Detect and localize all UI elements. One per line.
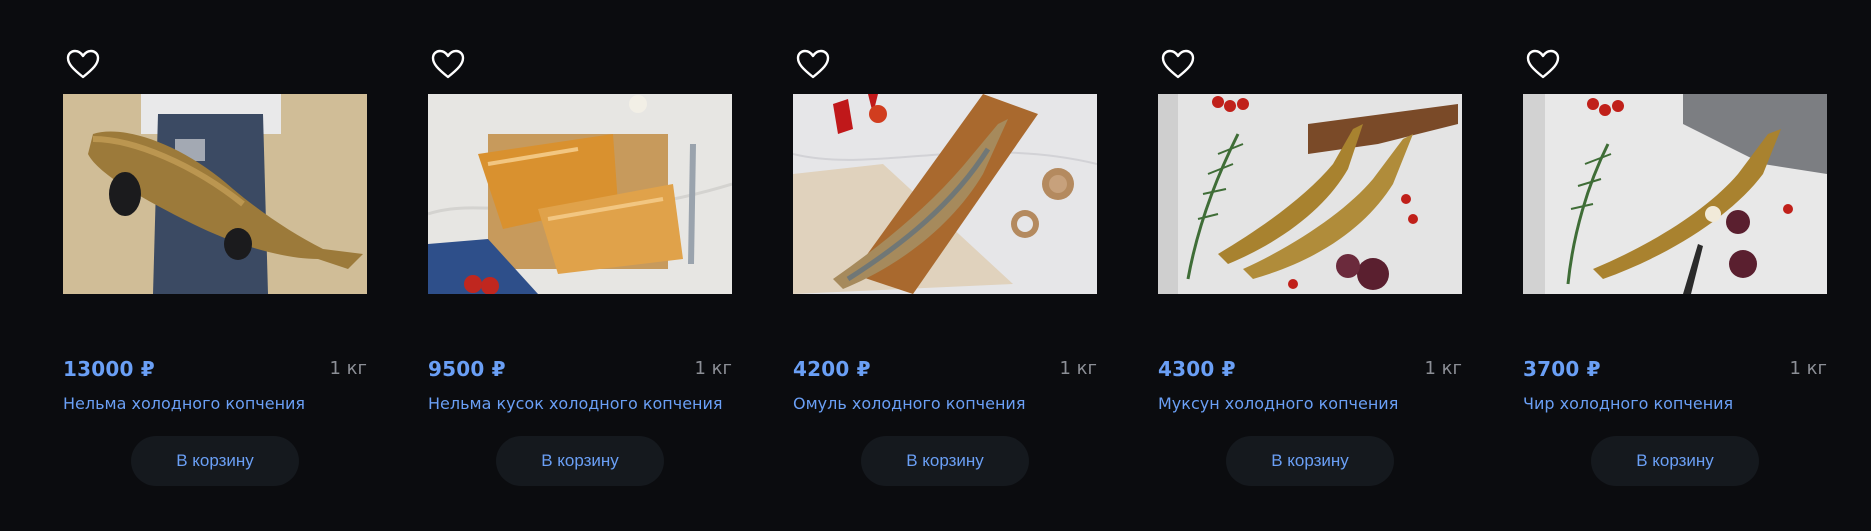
- add-to-cart-button[interactable]: В корзину: [1591, 436, 1759, 486]
- product-grid: 13000 ₽ 1 кг Нельма холодного копчения В…: [63, 0, 1827, 531]
- product-card: 9500 ₽ 1 кг Нельма кусок холодного копче…: [428, 0, 732, 531]
- product-weight: 1 кг: [329, 358, 367, 379]
- favorite-heart-icon[interactable]: [795, 48, 831, 80]
- product-weight: 1 кг: [1424, 358, 1462, 379]
- product-card: 3700 ₽ 1 кг Чир холодного копчения В кор…: [1523, 0, 1827, 531]
- product-name[interactable]: Нельма холодного копчения: [63, 394, 305, 413]
- favorite-heart-icon[interactable]: [1525, 48, 1561, 80]
- product-price: 4200 ₽: [793, 357, 871, 381]
- add-to-cart-button[interactable]: В корзину: [1226, 436, 1394, 486]
- product-name[interactable]: Чир холодного копчения: [1523, 394, 1733, 413]
- product-price: 3700 ₽: [1523, 357, 1601, 381]
- add-to-cart-button[interactable]: В корзину: [131, 436, 299, 486]
- product-price: 4300 ₽: [1158, 357, 1236, 381]
- favorite-heart-icon[interactable]: [1160, 48, 1196, 80]
- product-weight: 1 кг: [1789, 358, 1827, 379]
- product-name[interactable]: Нельма кусок холодного копчения: [428, 394, 723, 413]
- product-price: 13000 ₽: [63, 357, 155, 381]
- add-to-cart-button[interactable]: В корзину: [496, 436, 664, 486]
- product-name[interactable]: Омуль холодного копчения: [793, 394, 1025, 413]
- product-weight: 1 кг: [694, 358, 732, 379]
- product-image[interactable]: [1523, 94, 1827, 294]
- product-image[interactable]: [793, 94, 1097, 294]
- product-image[interactable]: [428, 94, 732, 294]
- product-card: 4200 ₽ 1 кг Омуль холодного копчения В к…: [793, 0, 1097, 531]
- product-weight: 1 кг: [1059, 358, 1097, 379]
- product-card: 4300 ₽ 1 кг Муксун холодного копчения В …: [1158, 0, 1462, 531]
- product-card: 13000 ₽ 1 кг Нельма холодного копчения В…: [63, 0, 367, 531]
- product-image[interactable]: [63, 94, 367, 294]
- product-price: 9500 ₽: [428, 357, 506, 381]
- favorite-heart-icon[interactable]: [430, 48, 466, 80]
- favorite-heart-icon[interactable]: [65, 48, 101, 80]
- add-to-cart-button[interactable]: В корзину: [861, 436, 1029, 486]
- product-image[interactable]: [1158, 94, 1462, 294]
- product-name[interactable]: Муксун холодного копчения: [1158, 394, 1398, 413]
